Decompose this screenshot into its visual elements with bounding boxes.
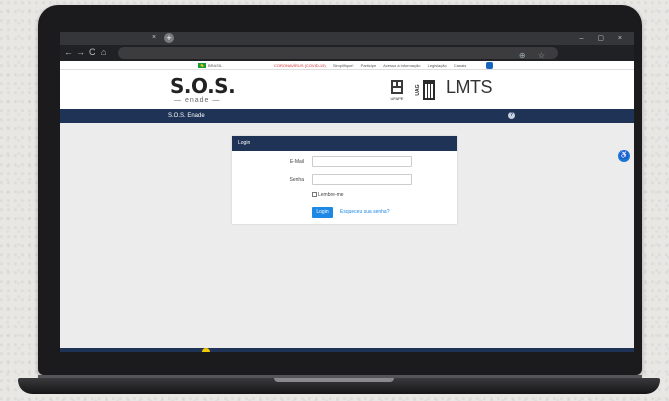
forgot-password-link[interactable]: Esqueceu sua senha? [340, 207, 389, 218]
gov-link-canais[interactable]: Canais [454, 63, 466, 68]
gov-brasil-link[interactable]: BRASIL [208, 61, 222, 70]
window-controls[interactable]: – ▢ × [580, 34, 628, 42]
lmts-logo: LMTS [446, 77, 493, 97]
forward-icon[interactable]: → [76, 48, 85, 57]
home-icon[interactable]: ⌂ [101, 48, 106, 57]
password-field[interactable] [312, 174, 412, 185]
brazil-flag-icon [198, 63, 206, 68]
laptop-notch [274, 378, 394, 382]
remember-me-checkbox[interactable] [312, 192, 317, 198]
remember-me-label: Lembre-me [318, 192, 344, 198]
gov-links: CORONAVÍRUS (COVID-19) Simplifique! Part… [274, 61, 472, 70]
sos-logo[interactable]: S.O.S. [170, 74, 236, 98]
browser-tab-bar: × + – ▢ × [60, 32, 634, 45]
gov-link-participe[interactable]: Participe [361, 63, 377, 68]
email-field[interactable] [312, 156, 412, 167]
site-nav: S.O.S. Enade ? [60, 109, 634, 123]
accessibility-widget-icon[interactable]: ♿ [618, 150, 630, 162]
help-icon[interactable]: ? [508, 112, 515, 119]
email-label: E-Mail [289, 159, 304, 165]
uag-logo: UAG [415, 80, 435, 100]
gov-link-covid[interactable]: CORONAVÍRUS (COVID-19) [274, 63, 326, 68]
remember-me[interactable]: Lembre-me [312, 192, 344, 198]
sos-logo-subtitle: — enade — [174, 97, 221, 104]
password-label: Senha [289, 177, 304, 183]
gov-link-acesso[interactable]: Acesso à informação [383, 63, 420, 68]
site-header: S.O.S. — enade — UFAPE UAG LMTS [60, 70, 634, 109]
gov-link-simplifique[interactable]: Simplifique! [333, 63, 354, 68]
gov-link-legislacao[interactable]: Legislação [428, 63, 447, 68]
login-card-header: Login [232, 136, 457, 151]
login-card: Login E-Mail Senha Lembre-me Login Esque… [232, 136, 457, 224]
browser-toolbar: ← → C ⌂ ⊕ ☆ [60, 45, 634, 61]
login-button[interactable]: Login [312, 207, 333, 218]
footer-logo [202, 348, 210, 352]
new-tab-button[interactable]: + [164, 33, 174, 43]
accessibility-icon[interactable] [486, 62, 493, 69]
ufape-logo: UFAPE [390, 80, 404, 101]
tab-close-icon[interactable]: × [152, 34, 156, 41]
back-icon[interactable]: ← [64, 48, 73, 57]
address-bar[interactable]: ⊕ ☆ [118, 47, 558, 60]
uag-label: UAG [415, 84, 421, 95]
screen: × + – ▢ × ← → C ⌂ ⊕ ☆ BRASIL CORONAVÍRUS… [60, 32, 634, 352]
ufape-label: UFAPE [390, 96, 403, 101]
reload-icon[interactable]: C [89, 48, 96, 57]
footer [60, 348, 634, 352]
site-title[interactable]: S.O.S. Enade [168, 109, 205, 123]
gov-bar: BRASIL CORONAVÍRUS (COVID-19) Simplifiqu… [60, 61, 634, 70]
